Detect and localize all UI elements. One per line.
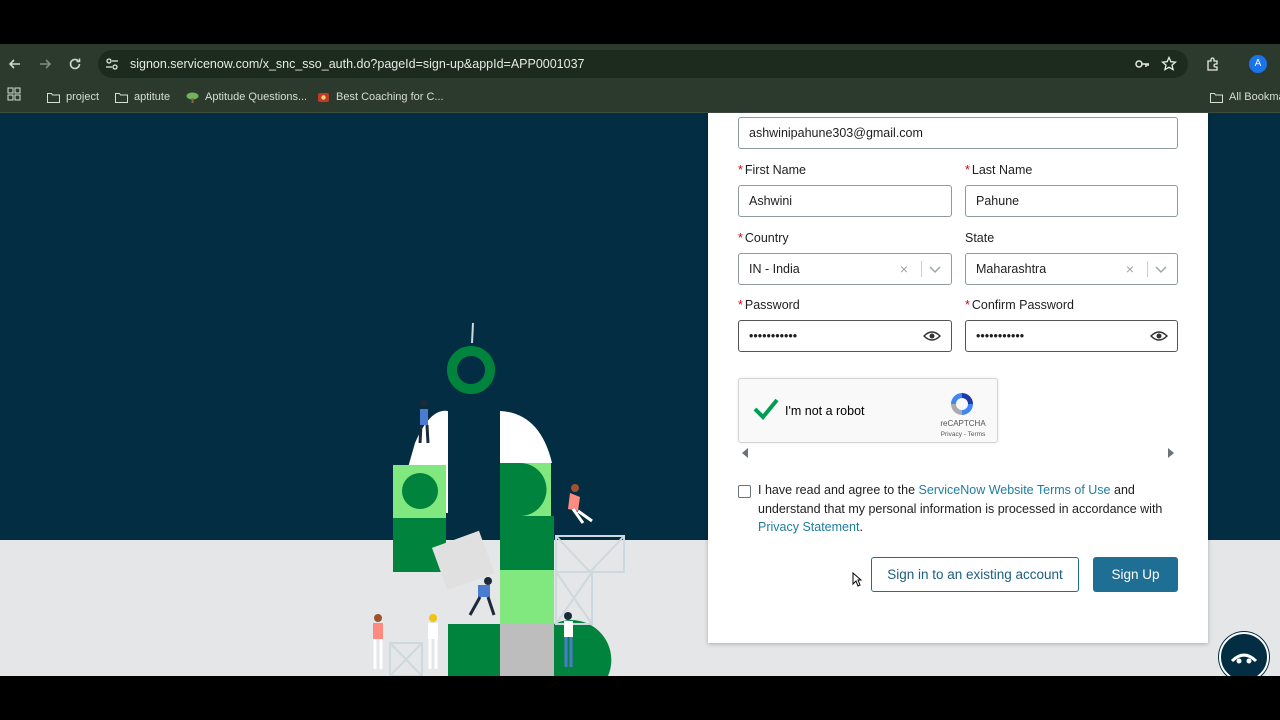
recaptcha-brand: reCAPTCHA bbox=[940, 419, 986, 428]
first-name-label-text: First Name bbox=[744, 163, 806, 177]
reload-icon[interactable] bbox=[66, 55, 84, 73]
password-key-icon[interactable] bbox=[1134, 56, 1150, 72]
show-password-eye-icon[interactable] bbox=[923, 329, 941, 343]
checkmark-icon[interactable] bbox=[753, 397, 779, 421]
clear-country-icon[interactable]: × bbox=[896, 254, 912, 284]
recaptcha-widget[interactable]: I'm not a robot reCAPTCHA Privacy - Term… bbox=[738, 378, 998, 443]
chevron-down-icon[interactable] bbox=[1155, 264, 1167, 274]
mouse-cursor-icon bbox=[852, 572, 862, 587]
last-name-field[interactable]: Pahune bbox=[965, 185, 1178, 217]
confirm-password-label-text: Confirm Password bbox=[971, 298, 1074, 312]
star-bookmark-icon[interactable] bbox=[1160, 55, 1178, 72]
bookmark-aptitute[interactable]: aptitute bbox=[115, 89, 170, 105]
required-asterisk: * bbox=[738, 298, 743, 312]
show-password-eye-icon[interactable] bbox=[1150, 329, 1168, 343]
state-select-value: Maharashtra bbox=[976, 262, 1047, 276]
sign-in-existing-account-button[interactable]: Sign in to an existing account bbox=[871, 557, 1079, 592]
select-divider bbox=[1147, 261, 1148, 277]
folder-icon bbox=[115, 92, 128, 103]
terms-checkbox[interactable] bbox=[738, 485, 751, 498]
bookmark-best-coaching[interactable]: Best Coaching for C... bbox=[317, 89, 444, 105]
recaptcha-logo-icon bbox=[951, 393, 973, 415]
recaptcha-links[interactable]: Privacy - Terms bbox=[935, 431, 991, 438]
folder-icon bbox=[47, 92, 60, 103]
url-text[interactable]: signon.servicenow.com/x_snc_sso_auth.do?… bbox=[130, 57, 585, 71]
page-content: ashwinipahune303@gmail.com * First Name *… bbox=[0, 113, 1280, 676]
apps-grid-icon[interactable] bbox=[5, 87, 23, 105]
bookmark-label: All Bookma bbox=[1229, 91, 1280, 103]
tree-icon bbox=[186, 92, 199, 103]
country-select[interactable]: IN - India × bbox=[738, 253, 952, 285]
scroll-right-icon[interactable] bbox=[1168, 448, 1174, 458]
required-asterisk: * bbox=[738, 231, 743, 245]
scroll-left-icon[interactable] bbox=[742, 448, 748, 458]
bottom-letterbox bbox=[0, 676, 1280, 720]
terms-of-use-link[interactable]: ServiceNow Website Terms of Use bbox=[919, 483, 1111, 497]
password-label-text: Password bbox=[744, 298, 800, 312]
bookmark-label: aptitute bbox=[134, 91, 171, 103]
extensions-icon[interactable] bbox=[1205, 56, 1221, 72]
country-select-value: IN - India bbox=[749, 262, 800, 276]
chevron-down-icon[interactable] bbox=[929, 264, 941, 274]
site-info-icon[interactable] bbox=[104, 56, 120, 72]
state-select[interactable]: Maharashtra × bbox=[965, 253, 1178, 285]
sign-up-button[interactable]: Sign Up bbox=[1093, 557, 1178, 592]
window-top-bar bbox=[0, 0, 1280, 44]
terms-text-part: . bbox=[859, 520, 863, 534]
clear-state-icon[interactable]: × bbox=[1122, 254, 1138, 284]
back-arrow-icon[interactable] bbox=[6, 55, 24, 73]
forward-arrow-icon[interactable] bbox=[36, 55, 54, 73]
password-label: * Password bbox=[738, 298, 800, 312]
profile-avatar[interactable]: A bbox=[1249, 55, 1267, 73]
confirm-password-field[interactable]: ••••••••••• bbox=[965, 320, 1178, 352]
select-divider bbox=[921, 261, 922, 277]
first-name-field[interactable]: Ashwini bbox=[738, 185, 952, 217]
chat-bot-icon bbox=[1219, 632, 1269, 676]
password-field[interactable]: ••••••••••• bbox=[738, 320, 952, 352]
terms-text: I have read and agree to the ServiceNow … bbox=[758, 481, 1168, 537]
bookmark-all-bookmarks[interactable]: All Bookma bbox=[1210, 89, 1280, 105]
country-label: * Country bbox=[738, 231, 789, 245]
bookmark-aptitude-questions[interactable]: Aptitude Questions... bbox=[186, 89, 307, 105]
chat-assistant-button[interactable] bbox=[1218, 631, 1270, 676]
required-asterisk: * bbox=[965, 163, 970, 177]
bookmark-label: Aptitude Questions... bbox=[205, 91, 308, 103]
email-field[interactable]: ashwinipahune303@gmail.com bbox=[738, 117, 1178, 149]
required-asterisk: * bbox=[738, 163, 743, 177]
confirm-password-value: ••••••••••• bbox=[976, 329, 1025, 343]
site-icon bbox=[318, 92, 329, 102]
first-name-label: * First Name bbox=[738, 163, 806, 177]
folder-icon bbox=[1210, 92, 1223, 103]
bookmark-label: Best Coaching for C... bbox=[336, 91, 444, 103]
terms-text-part: I have read and agree to the bbox=[758, 483, 919, 497]
recaptcha-label: I'm not a robot bbox=[785, 404, 865, 418]
last-name-label: * Last Name bbox=[965, 163, 1032, 177]
privacy-statement-link[interactable]: Privacy Statement bbox=[758, 520, 859, 534]
bookmark-project[interactable]: project bbox=[47, 89, 99, 105]
state-label: State bbox=[965, 231, 995, 245]
confirm-password-label: * Confirm Password bbox=[965, 298, 1074, 312]
team-building-illustration bbox=[373, 322, 625, 676]
required-asterisk: * bbox=[965, 298, 970, 312]
last-name-label-text: Last Name bbox=[971, 163, 1033, 177]
country-label-text: Country bbox=[744, 231, 789, 245]
password-value: ••••••••••• bbox=[749, 329, 798, 343]
bookmark-label: project bbox=[66, 91, 100, 103]
